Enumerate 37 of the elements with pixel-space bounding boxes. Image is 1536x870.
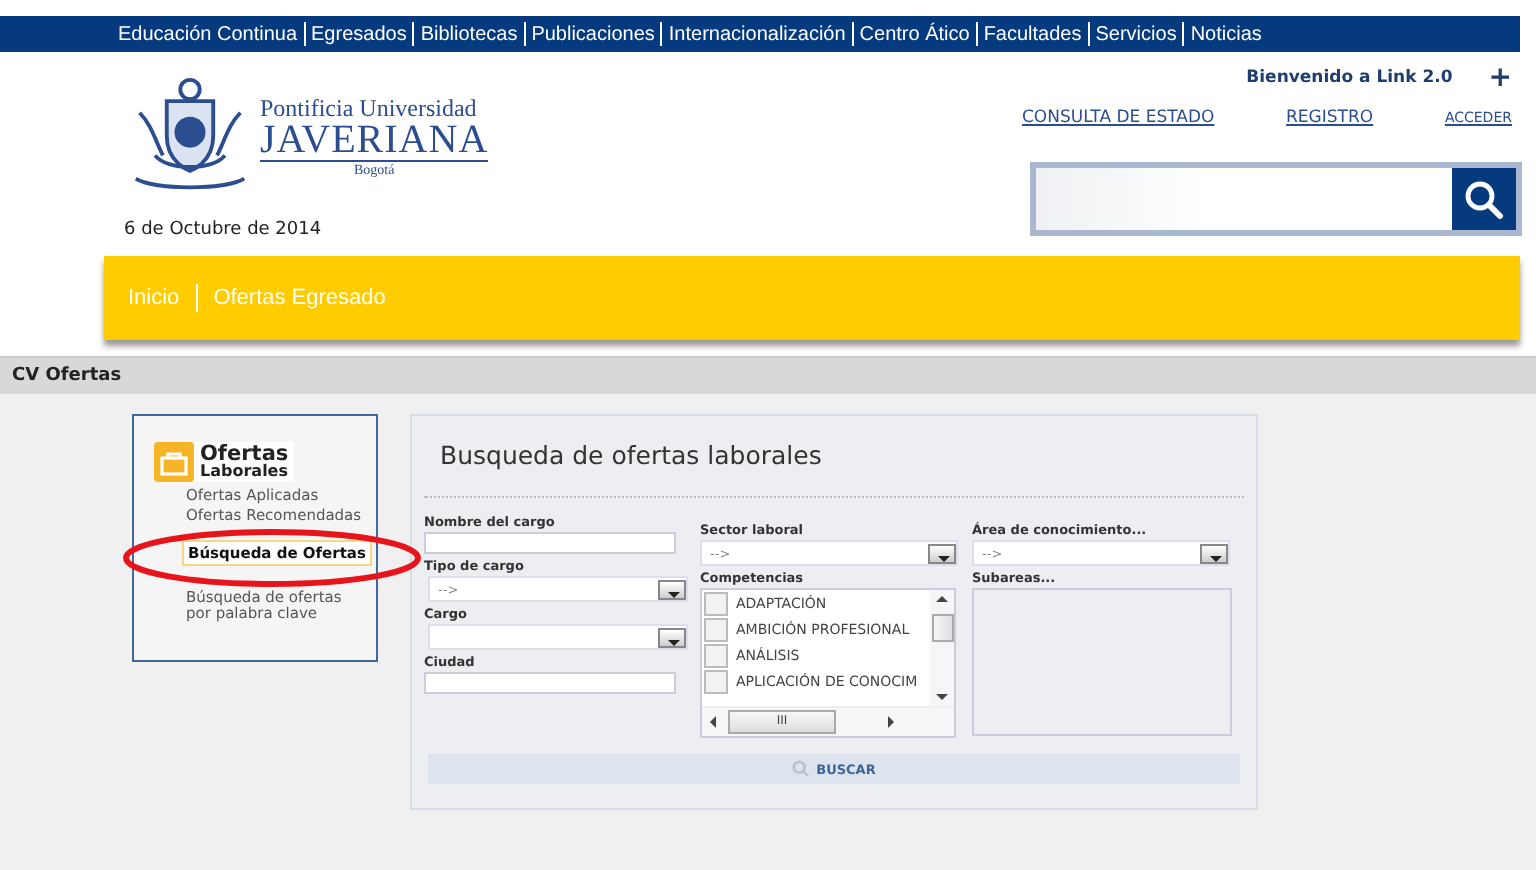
checkbox[interactable] [704, 669, 728, 693]
scroll-up-icon[interactable] [936, 596, 948, 602]
nav-link[interactable]: Facultades [977, 23, 1088, 45]
checkbox[interactable] [704, 617, 728, 641]
text-field[interactable] [424, 672, 676, 694]
nav-link[interactable]: Centro Ático [853, 23, 976, 45]
checkbox[interactable] [704, 591, 728, 615]
nav-link[interactable]: Noticias [1184, 23, 1268, 45]
nav-link[interactable]: Bibliotecas [414, 23, 524, 45]
logo-text: Pontificia Universidad [260, 95, 479, 119]
scroll-left-icon[interactable] [710, 716, 716, 728]
text-field[interactable] [424, 532, 676, 554]
date-text: 6 de Octubre de 2014 [124, 220, 324, 240]
plus-icon[interactable]: + [1488, 64, 1512, 92]
scroll-thumb[interactable] [931, 614, 953, 642]
scroll-down-icon[interactable] [936, 694, 948, 700]
header-link[interactable]: CONSULTA DE ESTADO [1022, 108, 1215, 128]
checkbox[interactable] [704, 643, 728, 667]
magnifier-icon [792, 760, 811, 778]
search-field[interactable] [1030, 162, 1522, 236]
search-button[interactable] [1452, 168, 1516, 230]
scroll-right-icon[interactable] [888, 716, 894, 728]
nav-link[interactable]: Publicaciones [525, 23, 661, 45]
header-link[interactable]: REGISTRO [1286, 108, 1374, 128]
logo-text: JAVERIANA [260, 119, 489, 161]
nav-link[interactable]: Egresados [305, 23, 413, 45]
sidebar-title: Ofertas [200, 443, 289, 465]
nav-link[interactable]: Internacionalización [662, 23, 852, 45]
section-title: CV Ofertas [0, 356, 1536, 394]
nav-link[interactable]: Educación Continua [112, 23, 304, 45]
form-title: Busqueda de ofertas laborales [440, 440, 824, 474]
nav-link[interactable]: Servicios [1089, 23, 1183, 45]
dropdown[interactable] [428, 624, 688, 650]
sidebar-subtitle: Laborales [200, 464, 289, 481]
vertical-scrollbar[interactable] [930, 590, 954, 706]
welcome-text: Bienvenido a Link 2.0 [1246, 68, 1453, 88]
search-icon [1464, 179, 1504, 219]
